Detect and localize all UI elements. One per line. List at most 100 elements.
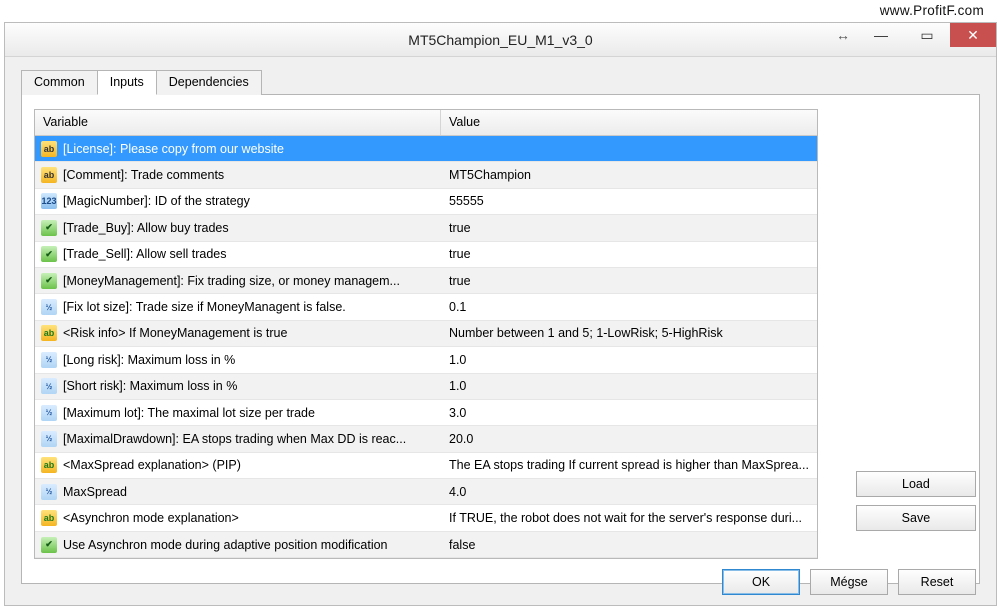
double-icon: ½ — [41, 484, 57, 500]
reset-button[interactable]: Reset — [898, 569, 976, 595]
variable-label: Use Asynchron mode during adaptive posit… — [63, 538, 388, 552]
cell-variable: ✔ [Trade_Sell]: Allow sell trades — [35, 246, 441, 262]
variable-label: [License]: Please copy from our website — [63, 142, 284, 156]
table-row[interactable]: ✔ [MoneyManagement]: Fix trading size, or… — [35, 268, 817, 294]
table-row[interactable]: ab <Asynchron mode explanation> If TRUE, t… — [35, 505, 817, 531]
cell-value[interactable]: 55555 — [441, 194, 817, 208]
bool-icon: ✔ — [41, 273, 57, 289]
tab-inputs[interactable]: Inputs — [97, 70, 157, 95]
close-button[interactable]: ✕ — [950, 23, 996, 47]
variable-label: [Long risk]: Maximum loss in % — [63, 353, 235, 367]
cell-variable: ½ [Long risk]: Maximum loss in % — [35, 352, 441, 368]
cell-variable: ab<MaxSpread explanation> (PIP) — [35, 457, 441, 473]
tab-panel: Variable Value ab [License]: Please copy … — [21, 94, 980, 584]
variable-label: [Fix lot size]: Trade size if MoneyManag… — [63, 300, 346, 314]
cell-variable: ab<Risk info> If MoneyManagement is true — [35, 325, 441, 341]
cell-variable: ½ [Fix lot size]: Trade size if MoneyMana… — [35, 299, 441, 315]
table-row[interactable]: ✔ [Trade_Buy]: Allow buy trades true — [35, 215, 817, 241]
cell-value[interactable]: true — [441, 274, 817, 288]
bool-icon: ✔ — [41, 537, 57, 553]
double-icon: ½ — [41, 352, 57, 368]
int-icon: 123 — [41, 193, 57, 209]
ok-button[interactable]: OK — [722, 569, 800, 595]
cell-value[interactable]: Number between 1 and 5; 1-LowRisk; 5-Hig… — [441, 326, 817, 340]
cell-variable: ✔ Use Asynchron mode during adaptive posi… — [35, 537, 441, 553]
cell-value[interactable]: 0.1 — [441, 300, 817, 314]
table-row[interactable]: ✔ [Trade_Sell]: Allow sell trades true — [35, 242, 817, 268]
col-variable[interactable]: Variable — [35, 110, 441, 135]
cell-value[interactable]: 20.0 — [441, 432, 817, 446]
table-header: Variable Value — [35, 110, 817, 136]
cancel-button[interactable]: Mégse — [810, 569, 888, 595]
string-icon: ab — [41, 325, 57, 341]
cell-variable: ½ [MaximalDrawdown]: EA stops trading whe… — [35, 431, 441, 447]
cell-variable: ½ MaxSpread — [35, 484, 441, 500]
inputs-table[interactable]: Variable Value ab [License]: Please copy … — [34, 109, 818, 559]
table-body: ab [License]: Please copy from our websit… — [35, 136, 817, 558]
variable-label: [MagicNumber]: ID of the strategy — [63, 194, 250, 208]
cell-variable: 123 [MagicNumber]: ID of the strategy — [35, 193, 441, 209]
tab-common[interactable]: Common — [21, 70, 98, 95]
maximize-button[interactable]: ▭ — [904, 23, 950, 47]
tab-dependencies[interactable]: Dependencies — [156, 70, 262, 95]
table-row[interactable]: ½ MaxSpread 4.0 — [35, 479, 817, 505]
minimize-button[interactable]: — — [858, 23, 904, 47]
dialog-buttons: OK Mégse Reset — [722, 569, 976, 595]
cell-value[interactable]: true — [441, 247, 817, 261]
cell-value[interactable]: If TRUE, the robot does not wait for the… — [441, 511, 817, 525]
table-row[interactable]: ½ [Short risk]: Maximum loss in % 1.0 — [35, 374, 817, 400]
side-buttons: Load Save — [856, 471, 976, 531]
double-icon: ½ — [41, 299, 57, 315]
load-button[interactable]: Load — [856, 471, 976, 497]
cell-variable: ab <Asynchron mode explanation> — [35, 510, 441, 526]
variable-label: [Trade_Sell]: Allow sell trades — [63, 247, 227, 261]
variable-label: [Comment]: Trade comments — [63, 168, 224, 182]
string-icon: ab — [41, 457, 57, 473]
titlebar: MT5Champion_EU_M1_v3_0 ↔ — ▭ ✕ — [5, 23, 996, 57]
cell-value[interactable]: false — [441, 538, 817, 552]
variable-label: [Maximum lot]: The maximal lot size per … — [63, 406, 315, 420]
variable-label: [Trade_Buy]: Allow buy trades — [63, 221, 229, 235]
bool-icon: ✔ — [41, 220, 57, 236]
variable-label: [MoneyManagement]: Fix trading size, or … — [63, 274, 400, 288]
cell-value[interactable]: true — [441, 221, 817, 235]
cell-variable: ab[License]: Please copy from our websit… — [35, 141, 441, 157]
variable-label: <Asynchron mode explanation> — [63, 511, 239, 525]
cell-value[interactable]: 3.0 — [441, 406, 817, 420]
cell-variable: ✔ [Trade_Buy]: Allow buy trades — [35, 220, 441, 236]
variable-label: [MaximalDrawdown]: EA stops trading when… — [63, 432, 406, 446]
cell-value[interactable]: MT5Champion — [441, 168, 817, 182]
variable-label: MaxSpread — [63, 485, 127, 499]
table-row[interactable]: ½ [Long risk]: Maximum loss in % 1.0 — [35, 347, 817, 373]
cell-variable: ½ [Short risk]: Maximum loss in % — [35, 378, 441, 394]
variable-label: [Short risk]: Maximum loss in % — [63, 379, 237, 393]
table-row[interactable]: ab<Risk info> If MoneyManagement is true… — [35, 321, 817, 347]
table-row[interactable]: ab[Comment]: Trade commentsMT5Champion — [35, 162, 817, 188]
window-controls: ↔ — ▭ ✕ — [828, 23, 996, 47]
table-row[interactable]: ab[License]: Please copy from our websit… — [35, 136, 817, 162]
table-row[interactable]: ab<MaxSpread explanation> (PIP)The EA st… — [35, 453, 817, 479]
bool-icon: ✔ — [41, 246, 57, 262]
table-row[interactable]: ½ [Fix lot size]: Trade size if MoneyMana… — [35, 294, 817, 320]
table-row[interactable]: ✔ Use Asynchron mode during adaptive posi… — [35, 532, 817, 558]
double-icon: ½ — [41, 405, 57, 421]
cell-variable: ½ [Maximum lot]: The maximal lot size per… — [35, 405, 441, 421]
save-button[interactable]: Save — [856, 505, 976, 531]
cell-value[interactable]: 1.0 — [441, 379, 817, 393]
cell-variable: ab[Comment]: Trade comments — [35, 167, 441, 183]
resize-arrow-icon[interactable]: ↔ — [828, 23, 858, 47]
tabstrip: Common Inputs Dependencies — [21, 69, 996, 94]
double-icon: ½ — [41, 431, 57, 447]
cell-value[interactable]: 4.0 — [441, 485, 817, 499]
cell-value[interactable]: 1.0 — [441, 353, 817, 367]
string-icon: ab — [41, 510, 57, 526]
table-row[interactable]: ½ [MaximalDrawdown]: EA stops trading whe… — [35, 426, 817, 452]
double-icon: ½ — [41, 378, 57, 394]
cell-value[interactable]: The EA stops trading If current spread i… — [441, 458, 817, 472]
cell-variable: ✔ [MoneyManagement]: Fix trading size, or… — [35, 273, 441, 289]
dialog-window: MT5Champion_EU_M1_v3_0 ↔ — ▭ ✕ Common In… — [4, 22, 997, 606]
watermark: www.ProfitF.com — [880, 3, 984, 18]
table-row[interactable]: ½ [Maximum lot]: The maximal lot size per… — [35, 400, 817, 426]
table-row[interactable]: 123 [MagicNumber]: ID of the strategy 5555… — [35, 189, 817, 215]
col-value[interactable]: Value — [441, 110, 817, 135]
